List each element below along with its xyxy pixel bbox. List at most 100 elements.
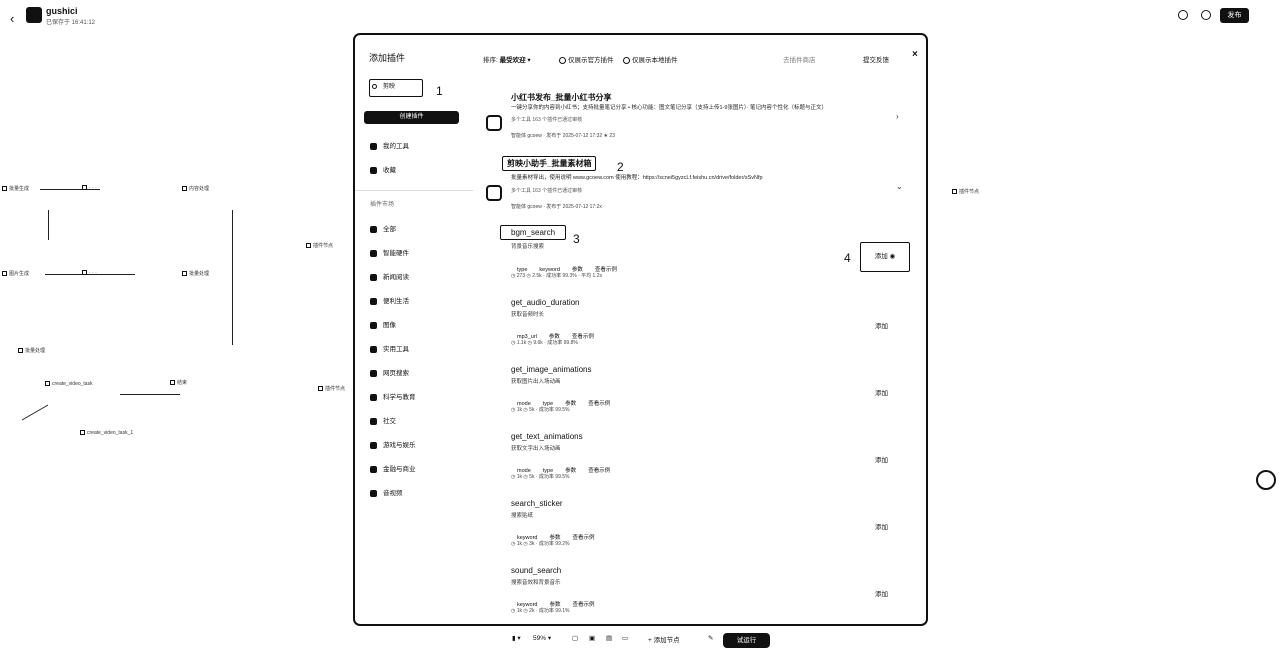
app-logo-icon xyxy=(26,7,42,23)
plugin-meta: 多个工具 163 个插件已通过审核 xyxy=(511,188,583,194)
plugin-stats: 智能体 gcoew · 发布于 2025-07-12 17:32 ★ 23 xyxy=(511,133,615,139)
create-plugin-button[interactable]: 创建插件 xyxy=(364,111,459,124)
radio-icon xyxy=(559,56,566,64)
plugin-name[interactable]: 剪映小助手_批量素材箱 xyxy=(502,156,597,171)
tool-stats: ◷ 1k ◷ 5k · 成功率 99.5% xyxy=(511,407,570,413)
plugin-search-input[interactable]: 剪映 xyxy=(369,79,423,97)
chip-icon xyxy=(370,249,377,257)
canvas-node[interactable]: 插件节点 xyxy=(318,385,345,392)
add-tool-button[interactable]: 添加 xyxy=(875,454,888,464)
sidebar-item-science[interactable]: 科学与教育 xyxy=(370,391,416,401)
tool-stats: ◷ 1k ◷ 3k · 成功率 99.2% xyxy=(511,541,570,547)
workflow-canvas[interactable]: ‹ gushici 已保存于 16:41:12 发布 批量生成 · · · 内容… xyxy=(0,0,1280,659)
canvas-node[interactable]: · · · xyxy=(82,270,97,276)
tool-name[interactable]: bgm_search xyxy=(500,225,567,240)
tool-stats: ◷ 1k ◷ 2k · 成功率 99.1% xyxy=(511,608,570,614)
plugin-desc: 一键分享你的内容到小红书；支持批量笔记分享 • 核心功能：图文笔记分享（支持上传… xyxy=(511,105,828,111)
tool-name[interactable]: get_audio_duration xyxy=(511,298,580,307)
add-tool-button[interactable]: 添加 ◉ xyxy=(860,242,910,272)
canvas-node[interactable]: create_video_task_1 xyxy=(80,430,133,436)
tool-name[interactable]: get_image_animations xyxy=(511,365,592,374)
plugin-desc: 批量素材导出，使用说明 www.gcoew.com 使用教程：https://s… xyxy=(511,175,763,181)
add-tool-button[interactable]: 添加 xyxy=(875,521,888,531)
sidebar-item-finance[interactable]: 金融与商业 xyxy=(370,463,416,473)
canvas-node[interactable]: 批量生成 xyxy=(2,185,29,192)
feedback-link[interactable]: 提交反馈 xyxy=(863,54,889,64)
tool-desc: 搜索贴纸 xyxy=(511,513,534,519)
sidebar-item-news[interactable]: 新闻阅读 xyxy=(370,271,409,281)
pointer-mode-icon[interactable]: ▮ ▾ xyxy=(512,634,521,642)
store-link[interactable]: 去插件商店 xyxy=(783,54,816,64)
publish-button[interactable]: 发布 xyxy=(1220,8,1249,23)
add-node-button[interactable]: + 添加节点 xyxy=(648,634,680,644)
canvas-node[interactable]: create_video_task xyxy=(45,381,93,387)
sidebar-item-web-search[interactable]: 网页搜索 xyxy=(370,367,409,377)
tool-name[interactable]: get_text_animations xyxy=(511,432,583,441)
app-name: gushici xyxy=(46,6,78,16)
chevron-down-icon[interactable]: ⌄ xyxy=(896,182,903,191)
plugin-stats: 智能体 gcoew · 发布于 2025-07-12 17:2x xyxy=(511,204,602,210)
sidebar-divider xyxy=(355,190,473,191)
tool-desc: 获取文字出入场动画 xyxy=(511,446,561,452)
minimap-icon[interactable]: ▣ xyxy=(589,634,595,642)
close-icon[interactable]: × xyxy=(912,49,918,60)
tool-stats: ◷ 273 ◷ 2.5k · 成功率 99.3% · 平均 1.2s xyxy=(511,273,602,279)
sidebar-item-social[interactable]: 社交 xyxy=(370,415,396,425)
sidebar-item-all[interactable]: 全部 xyxy=(370,223,396,233)
zoom-level[interactable]: 59% ▾ xyxy=(533,634,551,642)
sidebar-item-my-tools[interactable]: 我的工具 xyxy=(370,140,409,150)
canvas-node[interactable]: 结束 xyxy=(170,379,187,386)
filter-local[interactable]: 仅展示本地插件 xyxy=(615,54,678,64)
tool-name[interactable]: search_sticker xyxy=(511,499,563,508)
annotation-number: 1 xyxy=(436,84,443,98)
sort-dropdown[interactable]: 排序: 最受欢迎 ▾ xyxy=(483,54,531,64)
trial-run-button[interactable]: 试运行 xyxy=(723,633,770,648)
chevron-right-icon[interactable]: › xyxy=(896,112,899,121)
sidebar-category-title: 插件市场 xyxy=(370,202,395,208)
tool-name[interactable]: sound_search xyxy=(511,566,561,575)
fit-view-icon[interactable]: ▢ xyxy=(572,634,578,642)
coffee-icon xyxy=(370,297,377,305)
canvas-node[interactable]: 插件节点 xyxy=(306,242,333,249)
sidebar-item-games[interactable]: 游戏与娱乐 xyxy=(370,439,416,449)
tool-desc: 获取音频时长 xyxy=(511,312,545,318)
dialog-title: 添加插件 xyxy=(369,53,406,63)
tool-stats: ◷ 1k ◷ 5k · 成功率 99.5% xyxy=(511,474,570,480)
debug-icon[interactable]: ✎ xyxy=(708,634,713,642)
canvas-node[interactable]: 批量处理 xyxy=(18,347,45,354)
assistant-icon[interactable] xyxy=(1256,470,1276,490)
canvas-node[interactable]: 内容处理 xyxy=(182,185,209,192)
sidebar-item-smart-hardware[interactable]: 智能硬件 xyxy=(370,247,409,257)
tool-desc: 背景音乐搜索 xyxy=(511,244,545,250)
sidebar-item-av[interactable]: 音视频 xyxy=(370,487,403,497)
annotation-number: 2 xyxy=(617,160,624,174)
plugin-icon xyxy=(486,115,502,131)
canvas-node[interactable]: · · · xyxy=(82,185,97,191)
comment-icon[interactable]: ▭ xyxy=(622,634,628,642)
canvas-node[interactable]: 批量处理 xyxy=(182,270,209,277)
news-icon xyxy=(370,273,377,281)
star-icon xyxy=(370,166,377,174)
sidebar-item-image[interactable]: 图像 xyxy=(370,319,396,329)
canvas-node[interactable]: 图片生成 xyxy=(2,270,29,277)
book-icon xyxy=(370,393,377,401)
toolbox-icon xyxy=(370,345,377,353)
note-icon[interactable]: ▤ xyxy=(606,634,612,642)
gamepad-icon xyxy=(370,441,377,449)
add-tool-button[interactable]: 添加 xyxy=(875,320,888,330)
sidebar-item-life[interactable]: 便利生活 xyxy=(370,295,409,305)
chat-icon xyxy=(370,417,377,425)
filter-official[interactable]: 仅展示官方插件 xyxy=(551,54,614,64)
plugin-icon xyxy=(486,185,502,201)
add-tool-button[interactable]: 添加 xyxy=(875,588,888,598)
back-icon[interactable]: ‹ xyxy=(10,11,14,26)
canvas-node[interactable]: 插件节点 xyxy=(952,188,979,195)
tool-desc: 搜索音效和背景音乐 xyxy=(511,580,561,586)
sidebar-item-utilities[interactable]: 实用工具 xyxy=(370,343,409,353)
plugin-name[interactable]: 小红书发布_批量小红书分享 xyxy=(511,92,611,103)
add-tool-button[interactable]: 添加 xyxy=(875,387,888,397)
settings-icon[interactable] xyxy=(1201,10,1211,20)
radio-icon xyxy=(623,56,630,64)
sidebar-item-favorites[interactable]: 收藏 xyxy=(370,164,396,174)
link-icon[interactable] xyxy=(1178,10,1188,20)
